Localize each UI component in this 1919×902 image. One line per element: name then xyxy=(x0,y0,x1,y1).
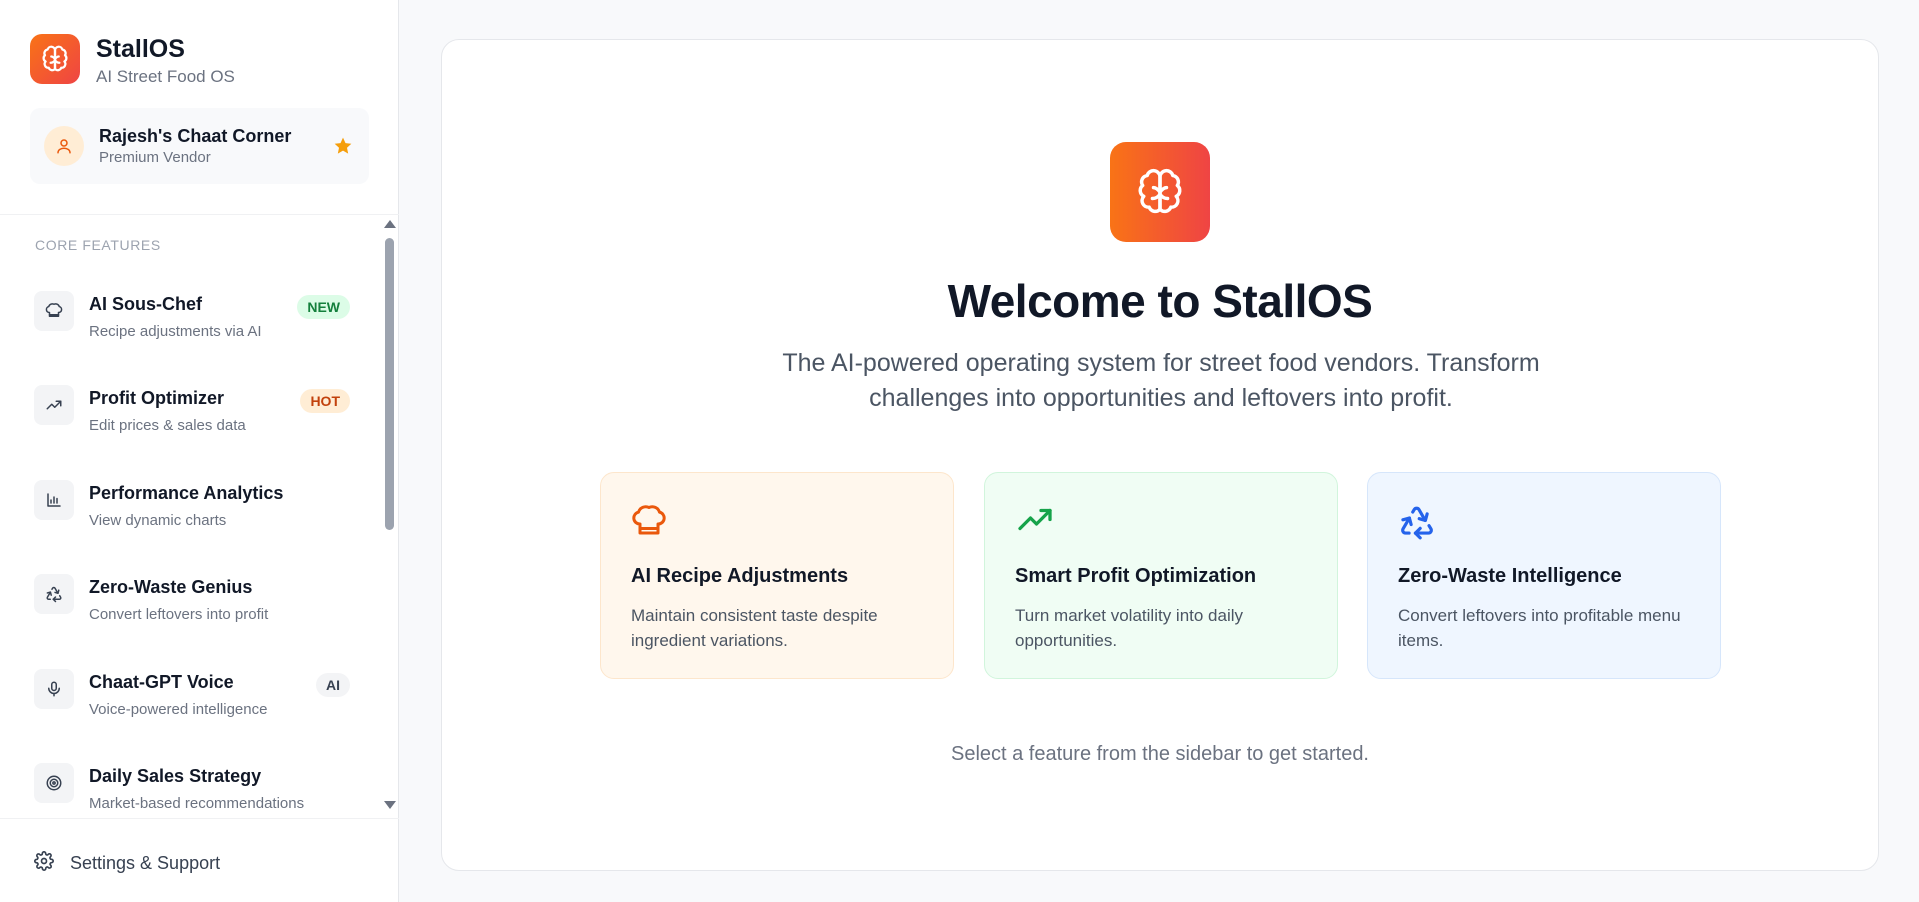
sidebar-item-title: Daily Sales Strategy xyxy=(89,766,262,786)
sidebar-item-title: Performance Analytics xyxy=(89,483,284,503)
section-label: CORE FEATURES xyxy=(35,237,161,253)
divider xyxy=(0,818,399,819)
vendor-tier: Premium Vendor xyxy=(99,148,211,166)
sidebar-item-desc: Convert leftovers into profit xyxy=(89,606,269,623)
brand-subtitle: AI Street Food OS xyxy=(96,67,235,86)
sidebar-item-performance-analytics[interactable]: Performance Analytics View dynamic chart… xyxy=(24,466,360,546)
recycle-icon xyxy=(34,574,74,614)
sidebar-item-desc: Edit prices & sales data xyxy=(89,417,246,434)
sidebar-item-title: Zero-Waste Genius xyxy=(89,577,253,597)
sidebar-item-title: Chaat-GPT Voice xyxy=(89,672,234,692)
page-title: Welcome to StallOS xyxy=(947,275,1373,327)
recycle-icon xyxy=(1398,503,1438,543)
tagline: The AI-powered operating system for stre… xyxy=(782,349,1540,412)
brain-icon xyxy=(30,34,80,84)
settings-label: Settings & Support xyxy=(70,853,221,873)
feature-card-recipe: AI Recipe Adjustments Maintain consisten… xyxy=(600,472,954,679)
feature-title: AI Recipe Adjustments xyxy=(631,565,849,587)
brand: StallOS AI Street Food OS xyxy=(30,34,235,88)
sidebar-item-profit-optimizer[interactable]: Profit Optimizer Edit prices & sales dat… xyxy=(24,371,360,451)
user-icon xyxy=(44,126,84,166)
sidebar-item-desc: Recipe adjustments via AI xyxy=(89,323,262,340)
brain-icon xyxy=(1110,142,1210,242)
sidebar-item-desc: View dynamic charts xyxy=(89,512,227,529)
vendor-card[interactable]: Rajesh's Chaat Corner Premium Vendor xyxy=(30,108,369,184)
scroll-up-arrow-icon[interactable] xyxy=(384,220,396,228)
feature-desc: Convert leftovers into profitable menu i… xyxy=(1398,606,1681,650)
hot-badge: HOT xyxy=(300,389,350,413)
brand-name: StallOS xyxy=(96,35,185,63)
sidebar: StallOS AI Street Food OS Rajesh's Chaat… xyxy=(0,0,399,902)
feature-card-zero-waste: Zero-Waste Intelligence Convert leftover… xyxy=(1367,472,1721,679)
sidebar-item-ai-sous-chef[interactable]: AI Sous-Chef Recipe adjustments via AI N… xyxy=(24,277,360,357)
feature-title: Zero-Waste Intelligence xyxy=(1398,565,1622,587)
feature-desc: Maintain consistent taste despite ingred… xyxy=(631,606,878,650)
bar-chart-icon xyxy=(34,480,74,520)
sidebar-item-desc: Market-based recommendations xyxy=(89,795,305,812)
scroll-down-arrow-icon[interactable] xyxy=(384,801,396,809)
new-badge: NEW xyxy=(297,295,350,319)
sidebar-item-title: AI Sous-Chef xyxy=(89,294,203,314)
chef-hat-icon xyxy=(34,291,74,331)
star-icon xyxy=(331,134,355,158)
feature-desc: Turn market volatility into daily opport… xyxy=(1015,606,1244,650)
get-started-hint: Select a feature from the sidebar to get… xyxy=(950,743,1369,765)
microphone-icon xyxy=(34,669,74,709)
feature-title: Smart Profit Optimization xyxy=(1015,565,1257,587)
target-icon xyxy=(34,763,74,803)
sidebar-item-desc: Voice-powered intelligence xyxy=(89,701,268,718)
ai-badge: AI xyxy=(316,673,350,697)
vendor-name: Rajesh's Chaat Corner xyxy=(99,125,292,146)
sidebar-item-daily-sales-strategy[interactable]: Daily Sales Strategy Market-based recomm… xyxy=(24,749,360,815)
feature-nav: CORE FEATURES AI Sous-Chef Recipe adjust… xyxy=(0,215,399,815)
trending-up-icon xyxy=(34,385,74,425)
feature-card-profit: Smart Profit Optimization Turn market vo… xyxy=(984,472,1338,679)
welcome-panel: Welcome to StallOS The AI-powered operat… xyxy=(441,39,1879,871)
settings-support-button[interactable]: Settings & Support xyxy=(34,851,220,876)
scroll-thumb[interactable] xyxy=(385,238,394,530)
gear-icon xyxy=(34,851,54,876)
trending-up-icon xyxy=(1015,503,1055,543)
sidebar-item-zero-waste-genius[interactable]: Zero-Waste Genius Convert leftovers into… xyxy=(24,560,360,640)
sidebar-item-title: Profit Optimizer xyxy=(89,388,225,408)
chef-hat-icon xyxy=(631,503,671,543)
sidebar-scrollbar[interactable] xyxy=(384,218,396,809)
sidebar-item-chaat-gpt-voice[interactable]: Chaat-GPT Voice Voice-powered intelligen… xyxy=(24,655,360,735)
